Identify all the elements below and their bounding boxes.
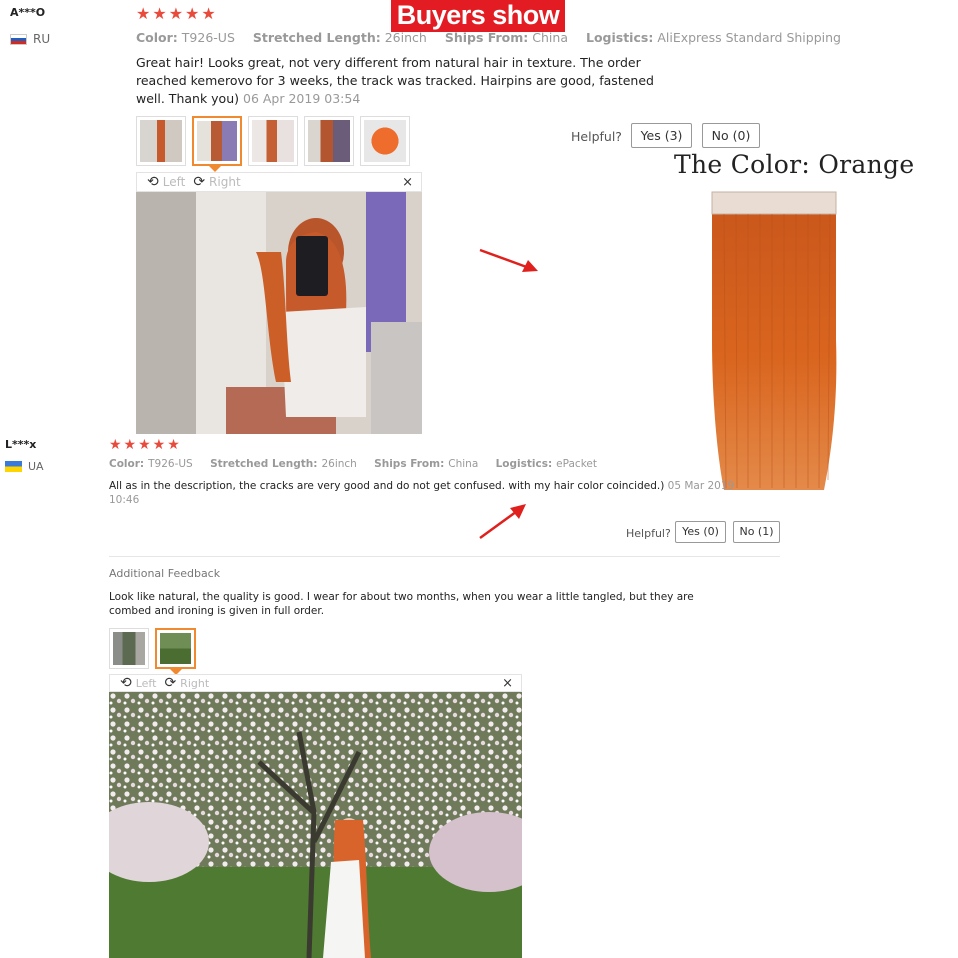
buyers-show-banner: Buyers show <box>391 0 565 32</box>
reviewer-country: RU <box>10 32 50 46</box>
helpful-no-button[interactable]: No (0) <box>702 123 760 148</box>
helpful-no-button[interactable]: No (1) <box>733 521 780 543</box>
logistics-value: AliExpress Standard Shipping <box>657 30 841 45</box>
length-key: Stretched Length: <box>210 458 318 470</box>
photo-viewer-toolbar: ⟲ Left ⟳ Right × <box>136 172 422 192</box>
review-photo-art <box>136 192 422 434</box>
rotate-right-icon[interactable]: ⟳ <box>193 174 205 190</box>
color-key: Color: <box>136 30 178 45</box>
photo-thumbnail-selected[interactable] <box>155 628 196 669</box>
star-rating: ★★★★★ <box>136 4 218 23</box>
ships-key: Ships From: <box>444 30 529 45</box>
reviewer-name: A***O <box>10 6 46 19</box>
logistics-key: Logistics: <box>495 458 553 470</box>
review-photo <box>109 692 522 958</box>
star-rating: ★★★★★ <box>109 437 182 453</box>
photo-thumbnail[interactable] <box>109 628 149 669</box>
additional-feedback-body: Look like natural, the quality is good. … <box>109 590 694 618</box>
rotate-left-label[interactable]: Left <box>136 677 157 690</box>
review-timestamp: 05 Mar 2019 <box>667 480 735 492</box>
photo-thumbnails <box>109 628 196 669</box>
hair-extension-art <box>711 191 837 490</box>
additional-feedback-title: Additional Feedback <box>109 567 221 580</box>
color-value: T926-US <box>181 30 235 45</box>
review-attributes: Color: T926-US Stretched Length: 26inch Sh… <box>136 30 841 45</box>
helpful-label: Helpful? <box>626 527 671 540</box>
color-label: The Color: Orange <box>674 150 915 179</box>
flag-ru-icon <box>10 33 27 45</box>
country-code: UA <box>28 460 44 473</box>
photo-thumbnail-selected[interactable] <box>192 116 242 166</box>
ships-value: China <box>532 30 568 45</box>
ships-key: Ships From: <box>374 458 445 470</box>
review-photo-art <box>109 692 522 958</box>
review-timestamp-time: 10:46 <box>109 494 140 506</box>
reviewer-country: UA <box>5 460 44 473</box>
helpful-label: Helpful? <box>571 129 622 144</box>
logistics-key: Logistics: <box>585 30 654 45</box>
logistics-value: ePacket <box>556 458 597 470</box>
review-body: All as in the description, the cracks ar… <box>109 479 735 507</box>
length-key: Stretched Length: <box>252 30 381 45</box>
review-line: All as in the description, the cracks ar… <box>109 480 735 492</box>
ships-value: China <box>448 458 479 470</box>
helpful-yes-button[interactable]: Yes (0) <box>675 521 726 543</box>
rotate-left-icon[interactable]: ⟲ <box>147 174 159 190</box>
photo-thumbnail[interactable] <box>304 116 354 166</box>
rotate-left-label[interactable]: Left <box>163 175 186 189</box>
helpful-yes-button[interactable]: Yes (3) <box>631 123 692 148</box>
flag-ua-icon <box>5 461 22 472</box>
photo-thumbnail[interactable] <box>360 116 410 166</box>
close-icon[interactable]: × <box>502 676 513 691</box>
review-body: Great hair! Looks great, not very differ… <box>136 54 656 108</box>
review-line: Look like natural, the quality is good. … <box>109 591 694 603</box>
color-value: T926-US <box>148 458 193 470</box>
photo-thumbnail[interactable] <box>248 116 298 166</box>
length-value: 26inch <box>321 458 357 470</box>
rotate-right-icon[interactable]: ⟳ <box>164 675 176 691</box>
review-photo <box>136 192 422 434</box>
review-line: reached kemerovo for 3 weeks, the track … <box>136 73 654 88</box>
rotate-left-icon[interactable]: ⟲ <box>120 675 132 691</box>
review-line: Great hair! Looks great, not very differ… <box>136 55 641 70</box>
length-value: 26inch <box>384 30 427 45</box>
hair-extension-image <box>704 190 844 495</box>
review-attributes: Color: T926-US Stretched Length: 26inch Sh… <box>109 458 597 470</box>
rotate-right-label[interactable]: Right <box>180 677 209 690</box>
review-line: combed and ironing is given in full orde… <box>109 605 325 617</box>
arrow-icon <box>479 248 538 272</box>
photo-thumbnail[interactable] <box>136 116 186 166</box>
country-code: RU <box>33 32 51 46</box>
rotate-right-label[interactable]: Right <box>209 175 241 189</box>
section-divider <box>109 556 780 557</box>
review-timestamp: 06 Apr 2019 03:54 <box>243 91 361 106</box>
review-line: well. Thank you) 06 Apr 2019 03:54 <box>136 91 361 106</box>
photo-viewer-toolbar: ⟲ Left ⟳ Right × <box>109 674 522 692</box>
reviewer-name: L***x <box>5 438 37 451</box>
close-icon[interactable]: × <box>402 175 413 190</box>
color-key: Color: <box>109 458 145 470</box>
photo-thumbnails <box>136 116 410 166</box>
